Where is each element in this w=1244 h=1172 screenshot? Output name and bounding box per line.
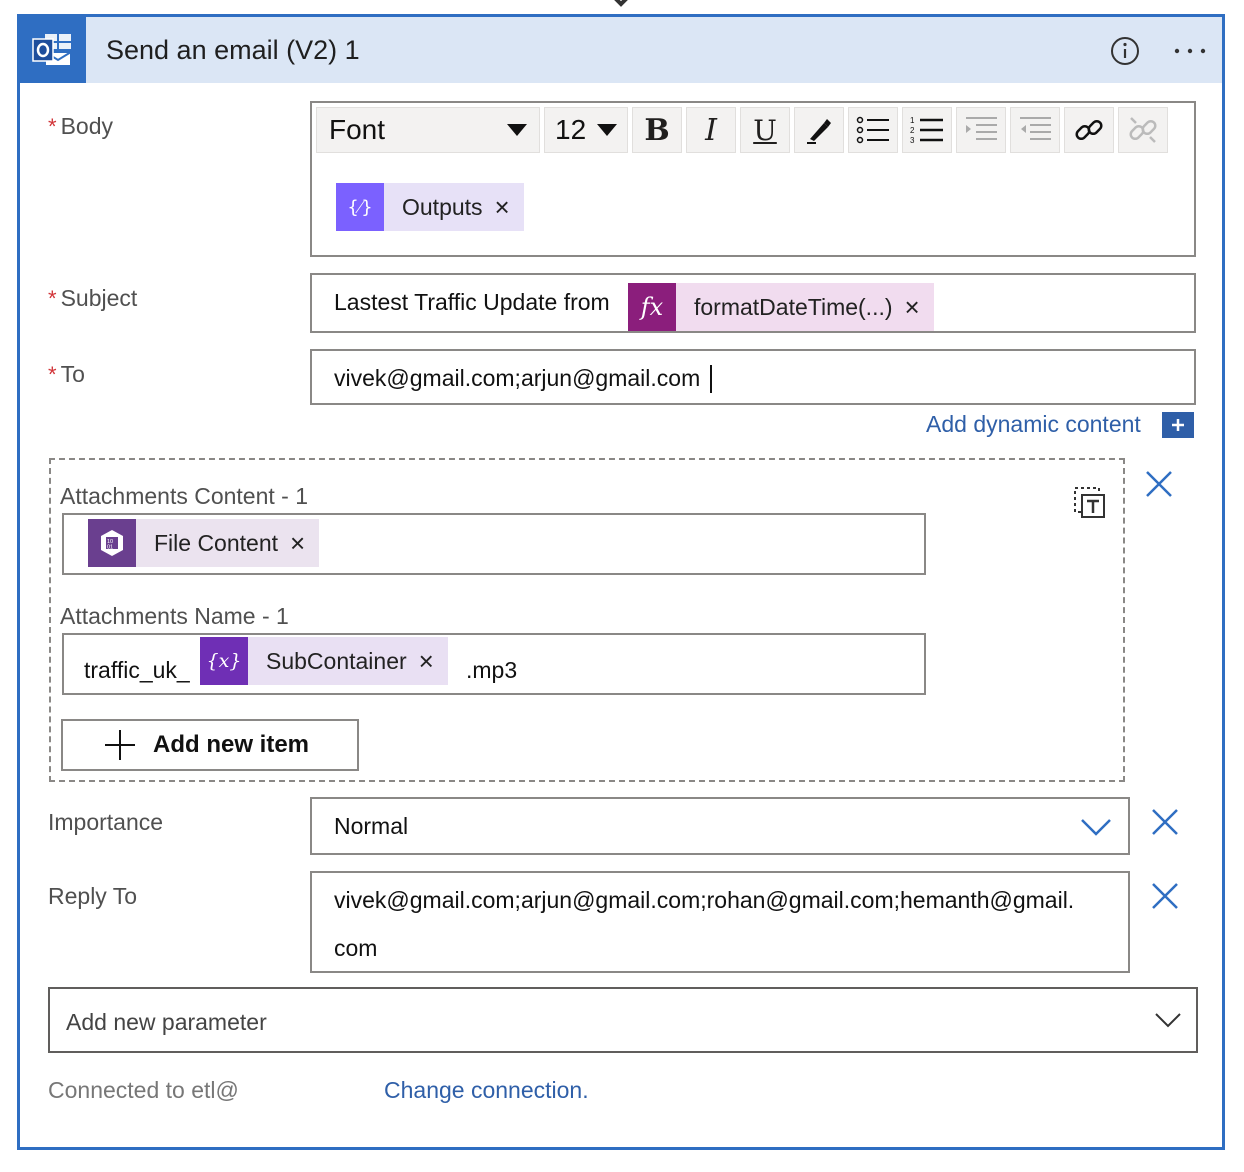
- action-title[interactable]: Send an email (V2) 1: [106, 35, 360, 66]
- importance-select[interactable]: Normal: [310, 797, 1130, 855]
- more-options-icon[interactable]: [1172, 39, 1208, 63]
- add-new-item-button[interactable]: Add new item: [61, 719, 359, 771]
- fx-icon: fx: [628, 283, 676, 331]
- attachment-name-suffix: .mp3: [466, 657, 518, 683]
- add-new-parameter-dropdown[interactable]: Add new parameter: [48, 987, 1198, 1053]
- variable-braces-icon: {⁄}: [336, 183, 384, 231]
- remove-token-icon[interactable]: ×: [290, 530, 305, 556]
- plus-box-icon[interactable]: [1162, 412, 1194, 438]
- unlink-icon: [1129, 117, 1157, 143]
- svg-text:01: 01: [107, 545, 113, 551]
- svg-text:3: 3: [910, 136, 915, 145]
- chevron-down-icon: [1081, 819, 1111, 836]
- caret-down-icon: [507, 124, 527, 136]
- subject-label: * Subject: [48, 285, 138, 311]
- variable-braces-icon: {x}: [200, 637, 248, 685]
- bullet-list-icon: [856, 116, 889, 144]
- action-header[interactable]: Send an email (V2) 1: [20, 17, 1222, 83]
- svg-text:2: 2: [910, 126, 915, 135]
- underline-icon: U: [753, 113, 777, 147]
- bold-icon: B: [644, 112, 670, 148]
- attachments-name-field[interactable]: traffic_uk_ {x} SubContainer × .mp3: [62, 633, 926, 695]
- remove-attachment-icon[interactable]: [1144, 469, 1174, 499]
- font-size-dropdown[interactable]: 12: [544, 107, 628, 153]
- bullet-list-button[interactable]: [848, 107, 898, 153]
- action-card: Send an email (V2) 1 * Body Font 12 B I …: [17, 14, 1225, 1150]
- numbered-list-icon: 1 2 3: [910, 116, 943, 145]
- chevron-down-icon: [1155, 1013, 1181, 1028]
- attachments-name-label: Attachments Name - 1: [60, 603, 289, 629]
- body-editor[interactable]: Font 12 B I U 1 2 3 {⁄} Outputs ×: [310, 101, 1196, 257]
- reply-to-label: Reply To: [48, 883, 138, 909]
- info-icon[interactable]: [1110, 36, 1140, 66]
- switch-to-text-mode-icon[interactable]: [1072, 485, 1108, 521]
- highlight-button[interactable]: [794, 107, 844, 153]
- required-marker: *: [48, 286, 57, 311]
- remove-token-icon[interactable]: ×: [495, 194, 510, 220]
- link-icon: [1075, 119, 1103, 141]
- italic-icon: I: [705, 112, 717, 148]
- add-new-parameter-label: Add new parameter: [66, 1009, 267, 1035]
- remove-reply-to-icon[interactable]: [1150, 881, 1180, 911]
- bold-button[interactable]: B: [632, 107, 682, 153]
- subject-text: Lastest Traffic Update from: [334, 289, 610, 315]
- file-content-token[interactable]: 10 01 File Content ×: [88, 519, 320, 567]
- remove-token-icon[interactable]: ×: [419, 648, 434, 674]
- add-dynamic-content-link[interactable]: Add dynamic content: [926, 411, 1141, 438]
- required-marker: *: [48, 362, 57, 387]
- connected-to-text: Connected to etl@: [48, 1077, 239, 1103]
- subject-field[interactable]: Lastest Traffic Update from fx formatDat…: [310, 273, 1196, 333]
- reply-to-field[interactable]: vivek@gmail.com;arjun@gmail.com;rohan@gm…: [310, 871, 1130, 973]
- text-cursor: [710, 365, 712, 393]
- numbered-list-button[interactable]: 1 2 3: [902, 107, 952, 153]
- plus-icon: [105, 730, 135, 760]
- outdent-icon: [1020, 117, 1051, 140]
- underline-button[interactable]: U: [740, 107, 790, 153]
- attachment-name-prefix: traffic_uk_: [84, 657, 190, 683]
- outdent-button[interactable]: [1010, 107, 1060, 153]
- indent-icon: [966, 117, 997, 140]
- attachments-content-label: Attachments Content - 1: [60, 483, 309, 509]
- reply-to-value-line1: vivek@gmail.com;arjun@gmail.com;rohan@gm…: [334, 887, 1075, 913]
- italic-button[interactable]: I: [686, 107, 736, 153]
- indent-button[interactable]: [956, 107, 1006, 153]
- importance-value: Normal: [334, 813, 409, 839]
- to-label: * To: [48, 361, 85, 387]
- required-marker: *: [48, 114, 57, 139]
- remove-importance-icon[interactable]: [1150, 807, 1180, 837]
- to-input-value[interactable]: vivek@gmail.com;arjun@gmail.com: [334, 365, 700, 392]
- attachments-content-field[interactable]: 10 01 File Content ×: [62, 513, 926, 575]
- blob-storage-icon: 10 01: [88, 519, 136, 567]
- body-label: * Body: [48, 113, 113, 139]
- link-button[interactable]: [1064, 107, 1114, 153]
- highlight-pen-icon: [807, 119, 831, 144]
- importance-label: Importance: [48, 809, 164, 835]
- format-datetime-token[interactable]: fx formatDateTime(...) ×: [628, 283, 934, 331]
- to-field[interactable]: vivek@gmail.com;arjun@gmail.com: [310, 349, 1196, 405]
- subcontainer-token[interactable]: {x} SubContainer ×: [200, 637, 448, 685]
- font-dropdown[interactable]: Font: [316, 107, 540, 153]
- caret-down-icon: [597, 124, 617, 136]
- rich-text-toolbar: Font 12 B I U 1 2 3: [316, 107, 1172, 153]
- unlink-button[interactable]: [1118, 107, 1168, 153]
- outlook-icon: [20, 17, 86, 83]
- reply-to-value-line2: com: [334, 935, 378, 961]
- remove-token-icon[interactable]: ×: [905, 294, 920, 320]
- change-connection-link[interactable]: Change connection.: [384, 1077, 589, 1104]
- outputs-token[interactable]: {⁄} Outputs ×: [336, 183, 524, 231]
- svg-text:1: 1: [910, 116, 915, 125]
